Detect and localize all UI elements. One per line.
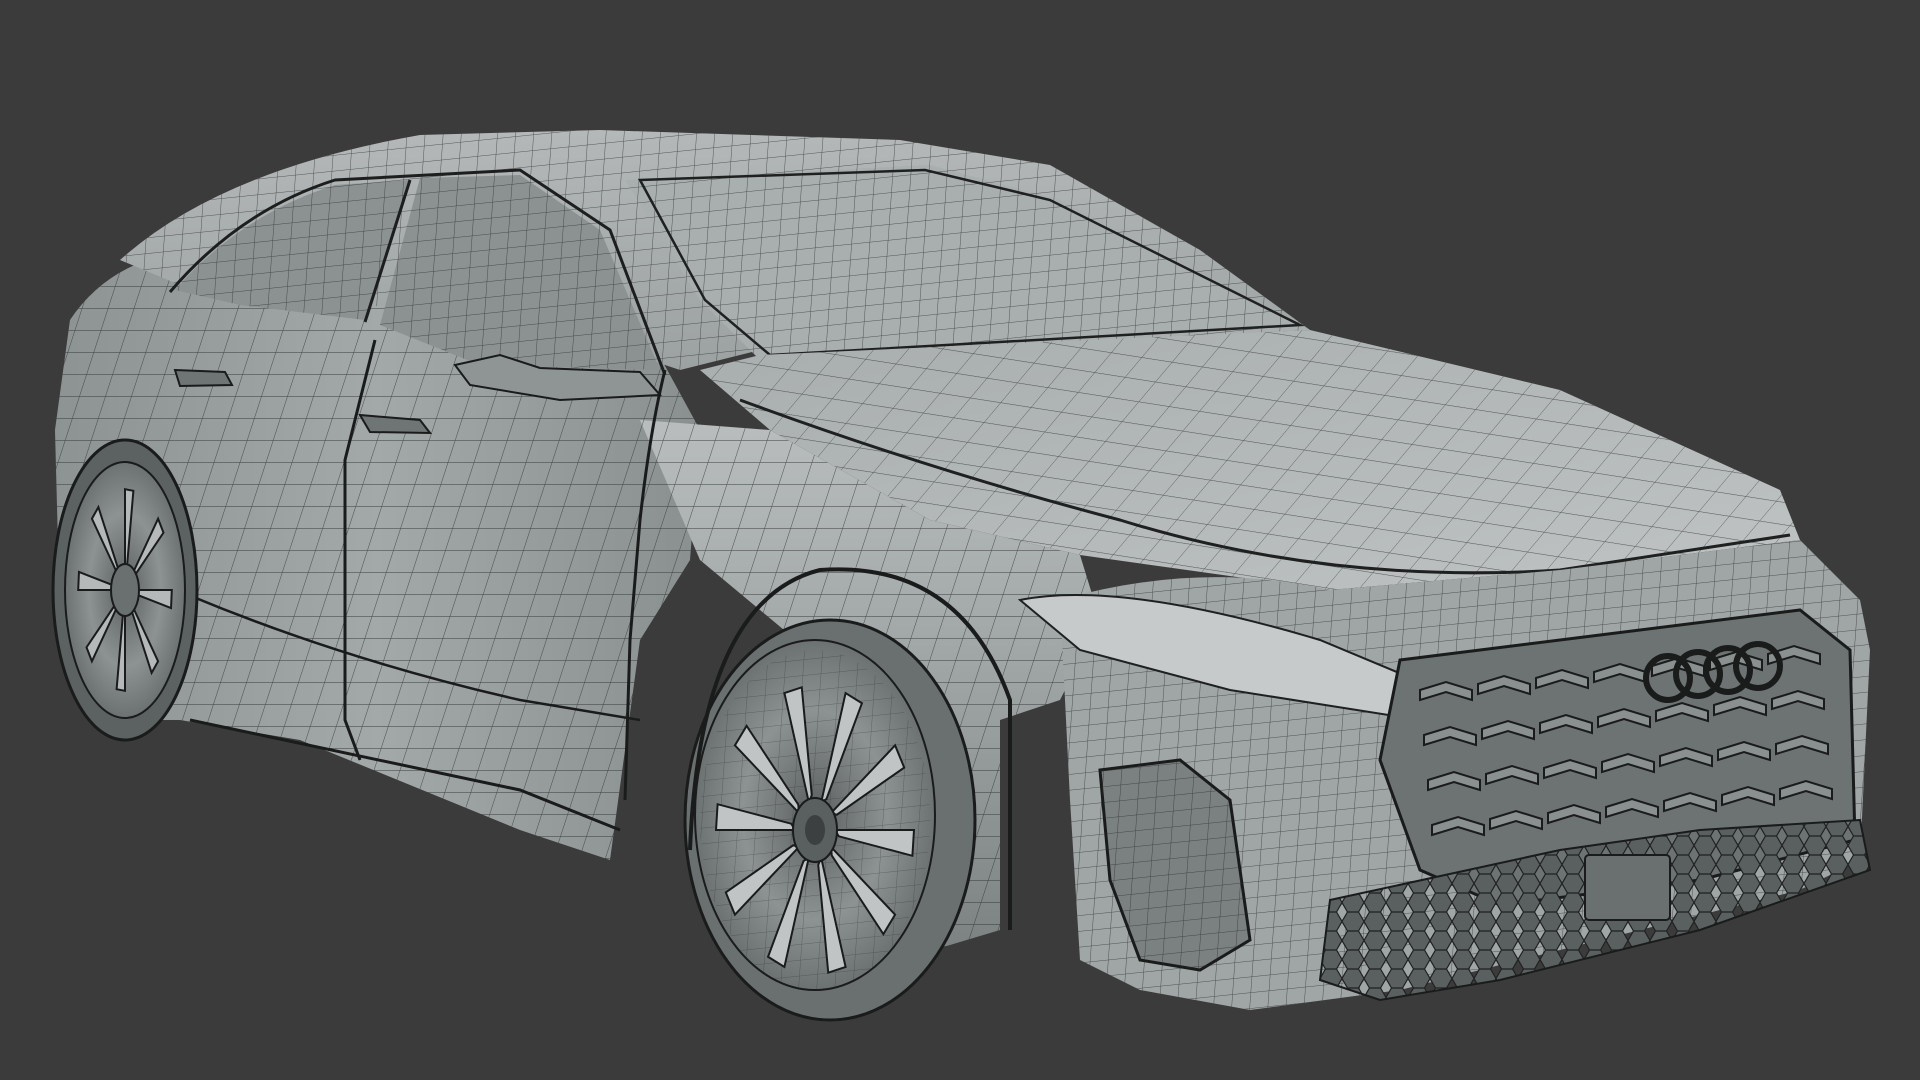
license-plate-area bbox=[1584, 854, 1671, 921]
3d-viewport[interactable] bbox=[0, 0, 1920, 1080]
door-handle-rear bbox=[173, 368, 234, 388]
car-wireframe-model[interactable] bbox=[0, 0, 1920, 1080]
front-wheel[interactable] bbox=[683, 618, 977, 1022]
rear-wheel[interactable] bbox=[51, 438, 199, 742]
